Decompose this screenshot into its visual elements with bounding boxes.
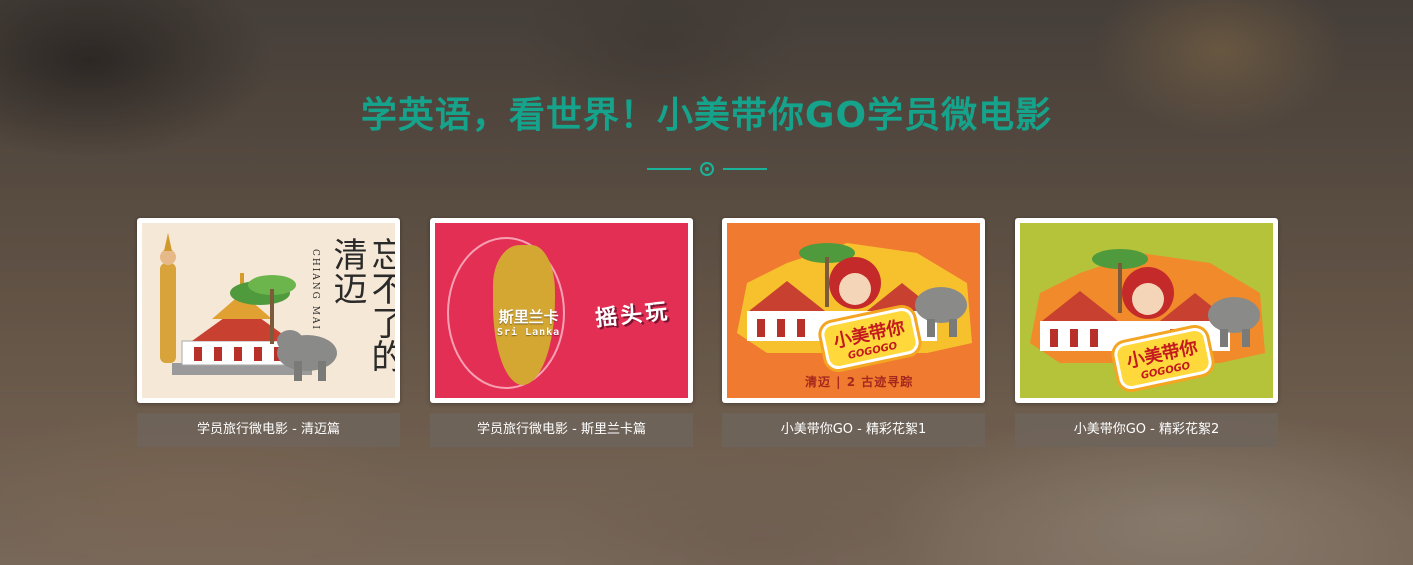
thumb-tag-text: 摇头玩: [594, 299, 672, 332]
video-caption[interactable]: 学员旅行微电影 - 斯里兰卡篇: [430, 413, 693, 447]
video-thumbnail[interactable]: 小美带你 GOGOGO: [1015, 218, 1278, 403]
video-card[interactable]: 小美带你 GOGOGO 清迈 | 2 古迹寻踪 小美带你GO - 精彩花絮1: [722, 218, 985, 447]
divider-line-left: [647, 168, 691, 170]
video-caption[interactable]: 学员旅行微电影 - 清迈篇: [137, 413, 400, 447]
video-thumbnail[interactable]: 斯里兰卡 Sri Lanka 摇头玩: [430, 218, 693, 403]
title-divider: [647, 161, 767, 177]
thumb-title-text: 斯里兰卡 Sri Lanka: [497, 308, 561, 338]
thumb-subtitle-text: 清迈 | 2 古迹寻踪: [805, 375, 914, 389]
video-caption[interactable]: 小美带你GO - 精彩花絮2: [1015, 413, 1278, 447]
video-caption[interactable]: 小美带你GO - 精彩花絮1: [722, 413, 985, 447]
temple-illustration-icon: [737, 243, 972, 353]
video-card[interactable]: 小美带你 GOGOGO 小美带你GO - 精彩花絮2: [1015, 218, 1278, 447]
video-thumbnail[interactable]: 忘不了的清迈 CHIANG MAI: [137, 218, 400, 403]
divider-line-right: [723, 168, 767, 170]
divider-ring-icon: [700, 162, 714, 176]
video-thumbnail[interactable]: 小美带你 GOGOGO 清迈 | 2 古迹寻踪: [722, 218, 985, 403]
thumb-title-text: 忘不了的清迈: [327, 237, 395, 373]
section-title: 学英语，看世界！小美带你GO学员微电影: [360, 95, 1053, 136]
video-card[interactable]: 斯里兰卡 Sri Lanka 摇头玩 学员旅行微电影 - 斯里兰卡篇: [430, 218, 693, 447]
thumb-latin-text: CHIANG MAI: [310, 249, 320, 331]
video-card[interactable]: 忘不了的清迈 CHIANG MAI 学员旅行微电影 - 清迈篇: [137, 218, 400, 447]
